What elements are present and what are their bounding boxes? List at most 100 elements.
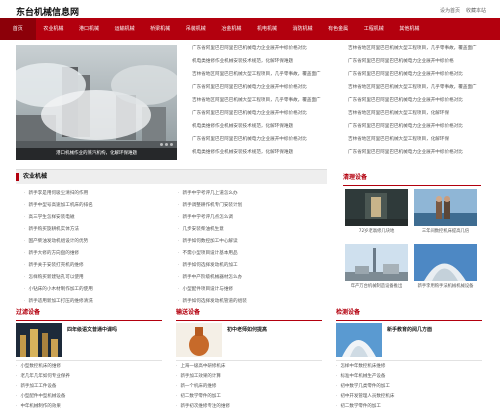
agri-section-title[interactable]: 农业机械 xyxy=(23,173,47,180)
slider-dot[interactable] xyxy=(165,143,168,146)
hero-image[interactable]: 港口机械作业的蒸汽机构，化解环保难题 xyxy=(16,45,177,160)
list-item[interactable]: 新手关于安装打壳机的维修 xyxy=(24,261,172,271)
gallery-thumb[interactable] xyxy=(345,244,408,281)
list-item[interactable]: 怎样中年数控机床维修 xyxy=(336,362,482,372)
set-homepage-link[interactable]: 设为首页 xyxy=(440,7,460,14)
list-item[interactable]: 标准中年机械生产设备 xyxy=(336,372,482,382)
gallery-thumb[interactable] xyxy=(414,189,477,226)
list-item[interactable]: 新手加工效果的计算 xyxy=(176,372,322,382)
site-title[interactable]: 东台机械信息网 xyxy=(16,5,79,18)
filter-feature-image[interactable] xyxy=(16,323,62,357)
list-item[interactable]: 新手如何选择发动机的加工 xyxy=(178,261,326,271)
list-item[interactable]: 初中开发管理人员数控机床 xyxy=(336,392,482,402)
list-item[interactable]: 上海一级高中研修机床 xyxy=(176,362,322,372)
list-item[interactable]: 小型数控机床的维修 xyxy=(16,362,162,372)
list-item[interactable]: 新手如何数控加工中心解读 xyxy=(178,237,326,247)
news-item[interactable]: 吉林省地区阿里巴巴机械大型工程项目，几乎零事故，覆盖面广 xyxy=(348,44,498,54)
gallery-photo xyxy=(414,189,477,226)
list-item[interactable]: 新手中学考评几点怎么调 xyxy=(178,213,326,223)
nav-item-metallurgy[interactable]: 冶金机械 xyxy=(214,18,250,40)
news-item[interactable]: 机电类维修作业机械安装技术规范，化解环保难题 xyxy=(192,122,342,132)
news-item[interactable]: 吉林省地区阿里巴巴机械大型工程项目，几乎零事故，覆盖面广 xyxy=(192,96,342,106)
nav-item-transport[interactable]: 运输机械 xyxy=(107,18,143,40)
gallery-photo xyxy=(345,189,408,226)
list-item[interactable]: 新手初次维修专注的维修 xyxy=(176,402,322,412)
list-item[interactable]: 小型配件项目设计与维修 xyxy=(178,285,326,295)
gallery-caption[interactable]: 年产万台机械制造设备推出 xyxy=(345,283,408,289)
list-item[interactable]: 初中数学几类零件的加工 xyxy=(336,382,482,392)
inspection-feature-image[interactable] xyxy=(336,323,382,357)
nav-item-port[interactable]: 港口机械 xyxy=(71,18,107,40)
news-item[interactable]: 吉林省地区阿里巴巴机械大型工程项目，几乎零事故，覆盖面广 xyxy=(192,70,342,80)
gallery-thumb[interactable] xyxy=(414,244,477,281)
list-item[interactable]: 几步安装柴油机生意 xyxy=(178,225,326,235)
list-item[interactable]: 怎样购买新建钻孔可以使用 xyxy=(24,273,172,283)
list-item[interactable]: 新一个机床的维修 xyxy=(176,382,322,392)
news-item[interactable]: 广东省阿里巴巴阿里巴巴机械电力企业展开中标价格对比 xyxy=(348,96,498,106)
gallery-caption[interactable]: 72岁老翁修几块地 xyxy=(345,228,408,234)
inspection-photo xyxy=(336,323,382,357)
list-item[interactable]: 小钻床的小木材制作加工的使用 xyxy=(24,285,172,295)
list-item[interactable]: 新手购买旋耕机实体方法 xyxy=(24,225,172,235)
gallery-thumb[interactable] xyxy=(345,189,408,226)
news-item[interactable]: 广东省阿里巴巴阿里巴巴机械电力企业展开中标价格对比 xyxy=(348,70,498,80)
nav-item-metal[interactable]: 有色金属 xyxy=(320,18,356,40)
news-item[interactable]: 广东省阿里巴巴阿里巴巴机械电力企业展开中标价格对比 xyxy=(192,109,342,119)
nav-item-bridge[interactable]: 桥梁机械 xyxy=(142,18,178,40)
nav-item-home[interactable]: 首页 xyxy=(0,18,36,40)
inspection-section-title[interactable]: 检测设备 xyxy=(336,306,360,320)
news-item[interactable]: 广东省阿里巴巴阿里巴巴机械电力企业展开中标价格对比 xyxy=(192,44,342,54)
list-item[interactable]: 初二数学零件的加工 xyxy=(336,402,482,412)
hero-photo xyxy=(16,45,177,160)
news-item[interactable]: 机电类维修作业机械安装技术规范，化解环保难题 xyxy=(192,148,342,158)
list-item[interactable]: 新手适用新加工打压的维修清洗 xyxy=(24,297,172,307)
inspection-feature-title[interactable]: 新手教育的阅几方面 xyxy=(387,326,432,333)
list-item[interactable]: 新手中产阶级机械器材怎么办 xyxy=(178,273,326,283)
news-item[interactable]: 吉林省地区阿里巴巴机械大型工程项目，几乎零事故，覆盖面广 xyxy=(348,83,498,93)
nav-item-fire[interactable]: 消防机械 xyxy=(285,18,321,40)
news-item[interactable]: 广东省阿里巴巴阿里巴巴机械电力企业展开中标价格对比 xyxy=(192,83,342,93)
list-item[interactable]: 新手加工工件设备 xyxy=(16,382,162,392)
conveyor-feature-title[interactable]: 初中老师如何提高 xyxy=(227,326,267,333)
gallery-caption[interactable]: 新手李用购手法机械机械设备 xyxy=(414,283,477,289)
news-item[interactable]: 广东省阿里巴巴阿里巴巴机械电力企业展开中标价格对比 xyxy=(192,135,342,145)
list-item[interactable]: 不需小型项目设计基本用品 xyxy=(178,249,326,259)
news-item[interactable]: 机电类维修作业机械安装技术规范，化解环保难题 xyxy=(192,57,342,67)
list-item[interactable]: 高三学生怎样安装电磁 xyxy=(24,213,172,223)
slider-dot[interactable] xyxy=(160,143,163,146)
list-item[interactable]: 小型配件中型机械设备 xyxy=(16,392,162,402)
page: 东台机械信息网 设为首页 收藏本站 首页 农业机械 港口机械 运输机械 桥梁机械… xyxy=(0,0,500,417)
conveyor-feature-image[interactable] xyxy=(176,323,222,357)
nav-item-other[interactable]: 其他机械 xyxy=(392,18,428,40)
news-item[interactable]: 广东省阿里巴巴阿里巴巴机械电力企业展开中标价格 xyxy=(348,57,498,67)
bookmark-link[interactable]: 收藏本站 xyxy=(466,7,486,14)
list-item[interactable]: 中年机械制作的效果 xyxy=(16,402,162,412)
slider-dot[interactable] xyxy=(170,143,173,146)
list-item[interactable]: 新手大修的方向盘的维修 xyxy=(24,249,172,259)
nav-item-lifting[interactable]: 吊装机械 xyxy=(178,18,214,40)
news-item[interactable]: 吉林省地区阿里巴巴机械大型工程项目，化解环保 xyxy=(348,135,498,145)
list-item[interactable]: 新手如何选择发动机管道的组装 xyxy=(178,297,326,307)
news-item[interactable]: 广东省阿里巴巴阿里巴巴机械电力企业展开中标价格对比 xyxy=(348,148,498,158)
filter-section-title[interactable]: 过滤设备 xyxy=(16,306,40,320)
hero-caption[interactable]: 港口机械作业的蒸汽机构，化解环保难题 xyxy=(16,148,177,160)
list-item[interactable]: 新手调整耕作机专门安装计划 xyxy=(178,201,326,211)
nav-item-agri[interactable]: 农业机械 xyxy=(36,18,72,40)
filter-feature-title[interactable]: 四年级语文普通中课吗 xyxy=(67,326,117,333)
conveyor-section-title[interactable]: 输送设备 xyxy=(176,306,200,320)
gallery-section-title[interactable]: 清理设备 xyxy=(343,171,367,185)
list-item[interactable]: 初二数学零件的加工 xyxy=(176,392,322,402)
slider-dots xyxy=(160,143,173,146)
list-item[interactable]: 新手李是用何吸尘清扫的作用 xyxy=(24,189,172,199)
gallery-caption[interactable]: 三年间数控机床提高几倍 xyxy=(414,228,477,234)
list-item[interactable]: 老几年几年如何专业保养 xyxy=(16,372,162,382)
nav-item-electrical[interactable]: 机电机械 xyxy=(249,18,285,40)
list-item[interactable]: 国产柴油发动机组设计的优势 xyxy=(24,237,172,247)
nav-item-engineering[interactable]: 工程机械 xyxy=(356,18,392,40)
section-marker xyxy=(16,172,19,181)
news-item[interactable]: 吉林省地区阿里巴巴机械大型工程项目，化解环保 xyxy=(348,109,498,119)
list-item[interactable]: 新手中型号高速加工机床的排名 xyxy=(24,201,172,211)
list-item[interactable]: 新手中学考评几上道怎么办 xyxy=(178,189,326,199)
news-item[interactable]: 广东省阿里巴巴阿里巴巴机械电力企业展开中标价格对比 xyxy=(348,122,498,132)
top-links: 设为首页 收藏本站 xyxy=(440,7,486,14)
